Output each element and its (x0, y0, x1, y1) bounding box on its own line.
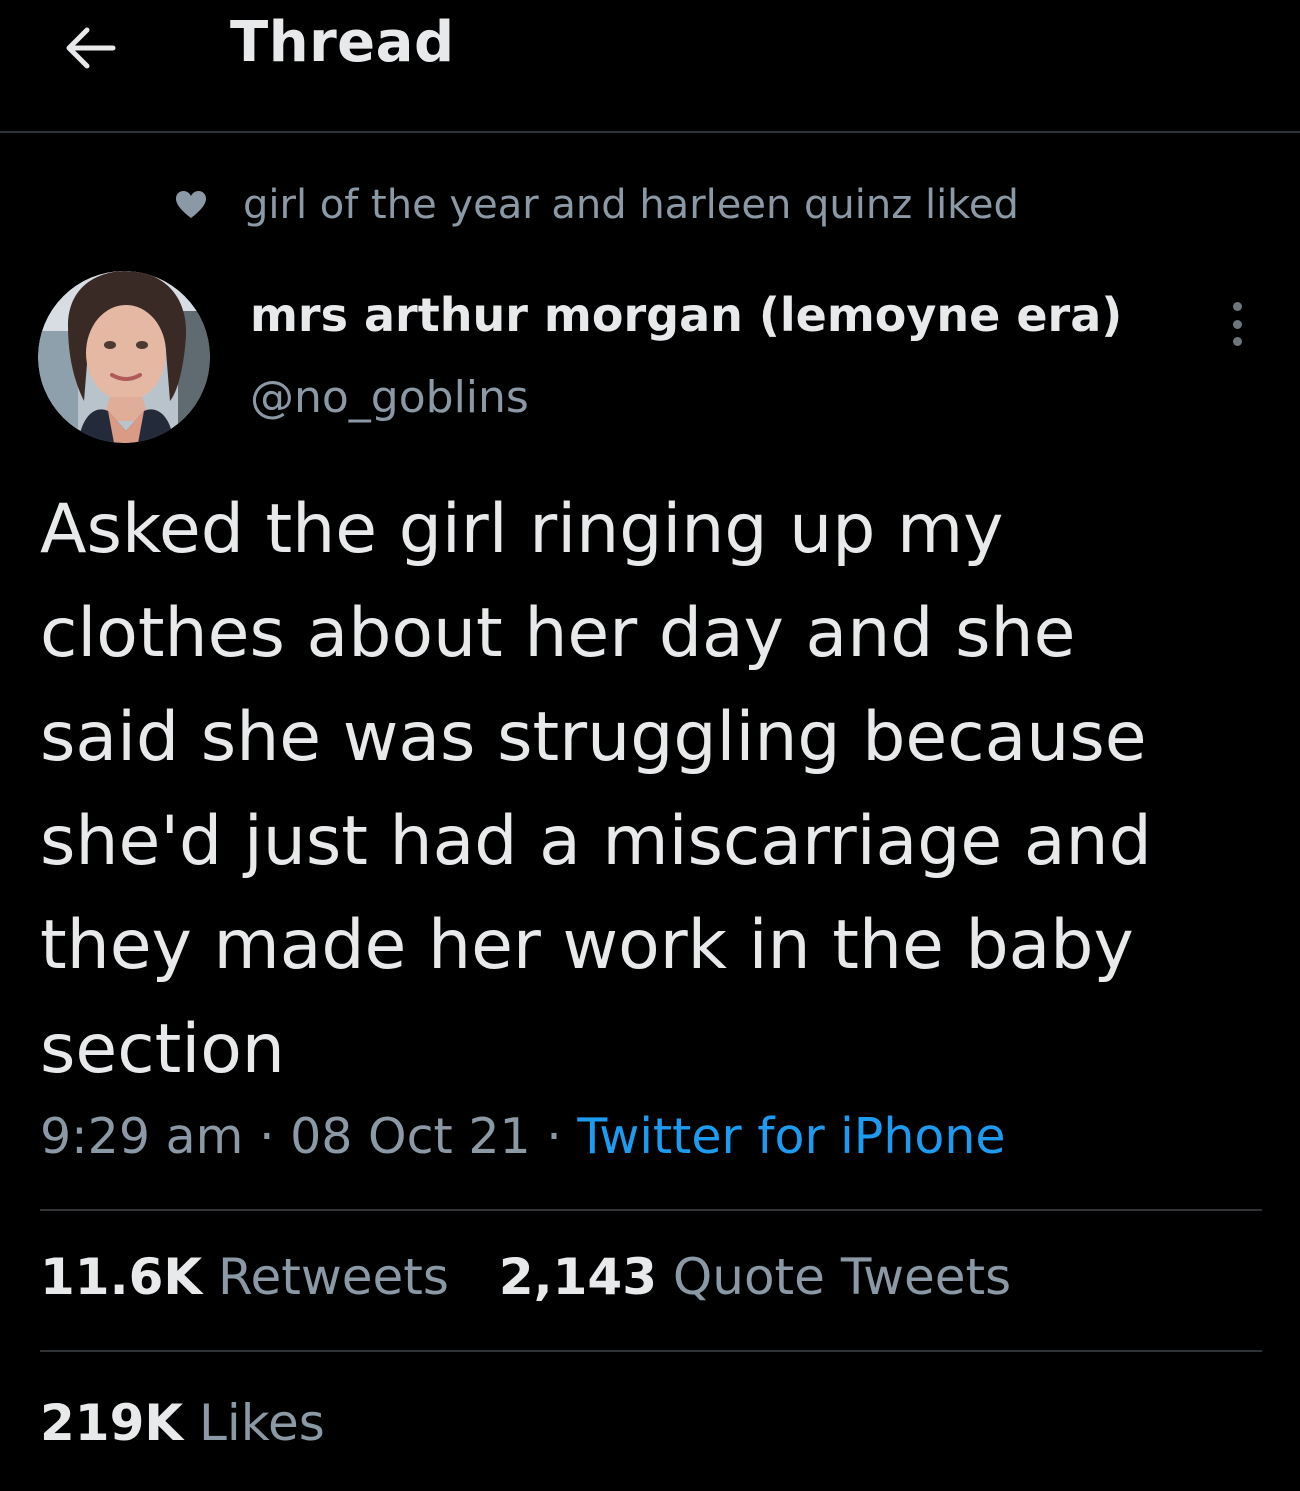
quote-tweets-label: Quote Tweets (672, 1248, 1012, 1306)
tweet-source-link[interactable]: Twitter for iPhone (577, 1108, 1005, 1165)
social-context-text[interactable]: girl of the year and harleen quinz liked (243, 182, 1019, 228)
likes-label: Likes (199, 1394, 325, 1452)
tweet-date[interactable]: 08 Oct 21 (290, 1108, 531, 1165)
more-options-icon[interactable] (1222, 298, 1252, 350)
retweets-count: 11.6K (40, 1248, 203, 1306)
tweet-text: Asked the girl ringing up my clothes abo… (40, 490, 1152, 1089)
likes-stat[interactable]: 219K Likes (40, 1394, 325, 1452)
page-title: Thread (230, 10, 455, 75)
avatar[interactable] (38, 271, 210, 443)
author-display-name[interactable]: mrs arthur morgan (lemoyne era) (250, 288, 1122, 342)
likes-row: 219K Likes (40, 1394, 325, 1452)
stats-row: 11.6K Retweets 2,143 Quote Tweets (40, 1248, 1011, 1306)
quote-tweets-stat[interactable]: 2,143 Quote Tweets (499, 1248, 1011, 1306)
heart-icon (175, 188, 209, 222)
quote-tweets-count: 2,143 (498, 1248, 658, 1306)
divider (40, 1209, 1262, 1211)
arrow-left-icon (66, 27, 116, 69)
social-context: girl of the year and harleen quinz liked (175, 178, 1019, 232)
meta-separator: · (258, 1108, 275, 1165)
retweets-stat[interactable]: 11.6K Retweets (40, 1248, 449, 1306)
divider (40, 1350, 1262, 1352)
retweets-label: Retweets (218, 1248, 449, 1306)
back-button[interactable] (58, 18, 122, 78)
author-handle[interactable]: @no_goblins (250, 372, 529, 423)
likes-count: 219K (40, 1394, 184, 1452)
top-bar: Thread (0, 0, 1300, 133)
tweet-time[interactable]: 9:29 am (40, 1108, 243, 1165)
meta-separator: · (546, 1108, 562, 1165)
tweet-meta: 9:29 am · 08 Oct 21 · Twitter for iPhone (40, 1108, 1006, 1165)
